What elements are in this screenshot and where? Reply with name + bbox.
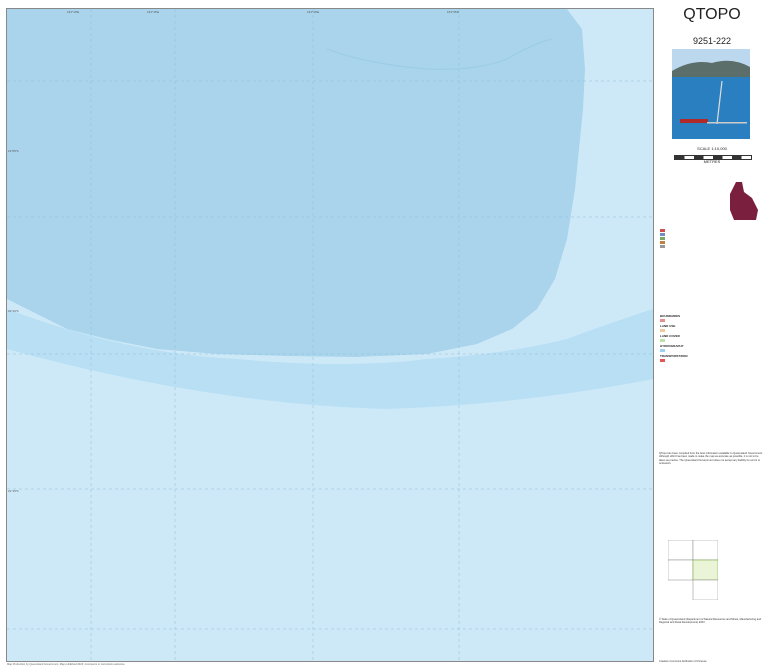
map-canvas: [7, 9, 653, 661]
product-title: QTOPO: [683, 6, 741, 23]
lon-tick: 151°20'E: [307, 10, 320, 14]
lat-tick: 21°05'S: [8, 149, 19, 153]
lon-tick: 151°25'E: [447, 10, 460, 14]
cover-photo: [672, 49, 750, 139]
legend-categories: BOUNDARIES LAND USE LAND COVER HYDROGRAP…: [660, 312, 764, 362]
lat-tick: 21°10'S: [8, 309, 19, 313]
map-frame[interactable]: 151°10'E 151°15'E 151°20'E 151°25'E 21°0…: [6, 8, 654, 662]
disclaimer-text: QTopo has been compiled from the best in…: [659, 452, 763, 465]
legend-panel: QTOPO 9251-222 SCALE 1:10,000 METRES BOU…: [656, 0, 768, 671]
legend-symbols: [660, 228, 764, 248]
map-footer: Map Production by Queensland Government.…: [7, 663, 126, 666]
lat-tick: 21°15'S: [8, 489, 19, 493]
copyright-text: © State of Queensland (Department of Nat…: [659, 618, 762, 625]
scale-unit: METRES: [703, 159, 721, 164]
license-text: Creative Commons Attribution 4.0 licence: [659, 660, 707, 663]
sheet-number: 9251-222: [692, 36, 732, 46]
queensland-locator-map: [730, 182, 758, 220]
lon-tick: 151°15'E: [147, 10, 160, 14]
scale-label: SCALE 1:10,000: [697, 146, 727, 151]
sheet-index: [668, 540, 718, 600]
lon-tick: 151°10'E: [67, 10, 80, 14]
deep-water-area: [7, 9, 585, 357]
